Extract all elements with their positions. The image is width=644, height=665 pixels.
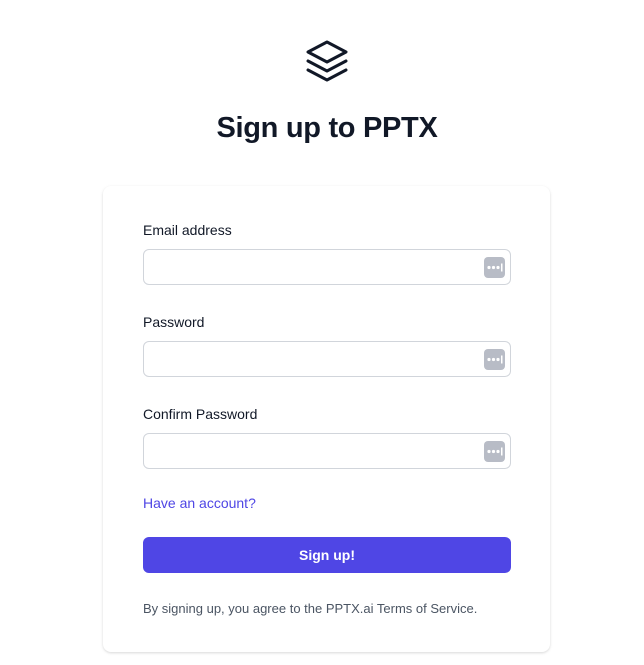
terms-text: By signing up, you agree to the PPTX.ai … xyxy=(143,601,478,616)
email-label: Email address xyxy=(143,222,232,238)
email-field[interactable] xyxy=(144,250,488,284)
have-account-link[interactable]: Have an account? xyxy=(143,494,256,512)
password-field-wrapper xyxy=(143,341,511,377)
password-manager-icon[interactable] xyxy=(484,349,505,370)
confirm-password-field-wrapper xyxy=(143,433,511,469)
password-manager-icon[interactable] xyxy=(484,441,505,462)
confirm-password-label: Confirm Password xyxy=(143,406,258,422)
password-manager-icon[interactable] xyxy=(484,257,505,278)
email-field-wrapper xyxy=(143,249,511,285)
layers-icon xyxy=(304,38,350,84)
signup-page: Sign up to PPTX Email address Password C… xyxy=(0,0,644,665)
page-title: Sign up to PPTX xyxy=(216,112,438,144)
confirm-password-field[interactable] xyxy=(144,434,488,468)
password-field[interactable] xyxy=(144,342,488,376)
sign-up-button[interactable]: Sign up! xyxy=(143,537,511,573)
password-label: Password xyxy=(143,314,205,330)
signup-form-card: Email address Password Confirm Password … xyxy=(103,186,550,652)
